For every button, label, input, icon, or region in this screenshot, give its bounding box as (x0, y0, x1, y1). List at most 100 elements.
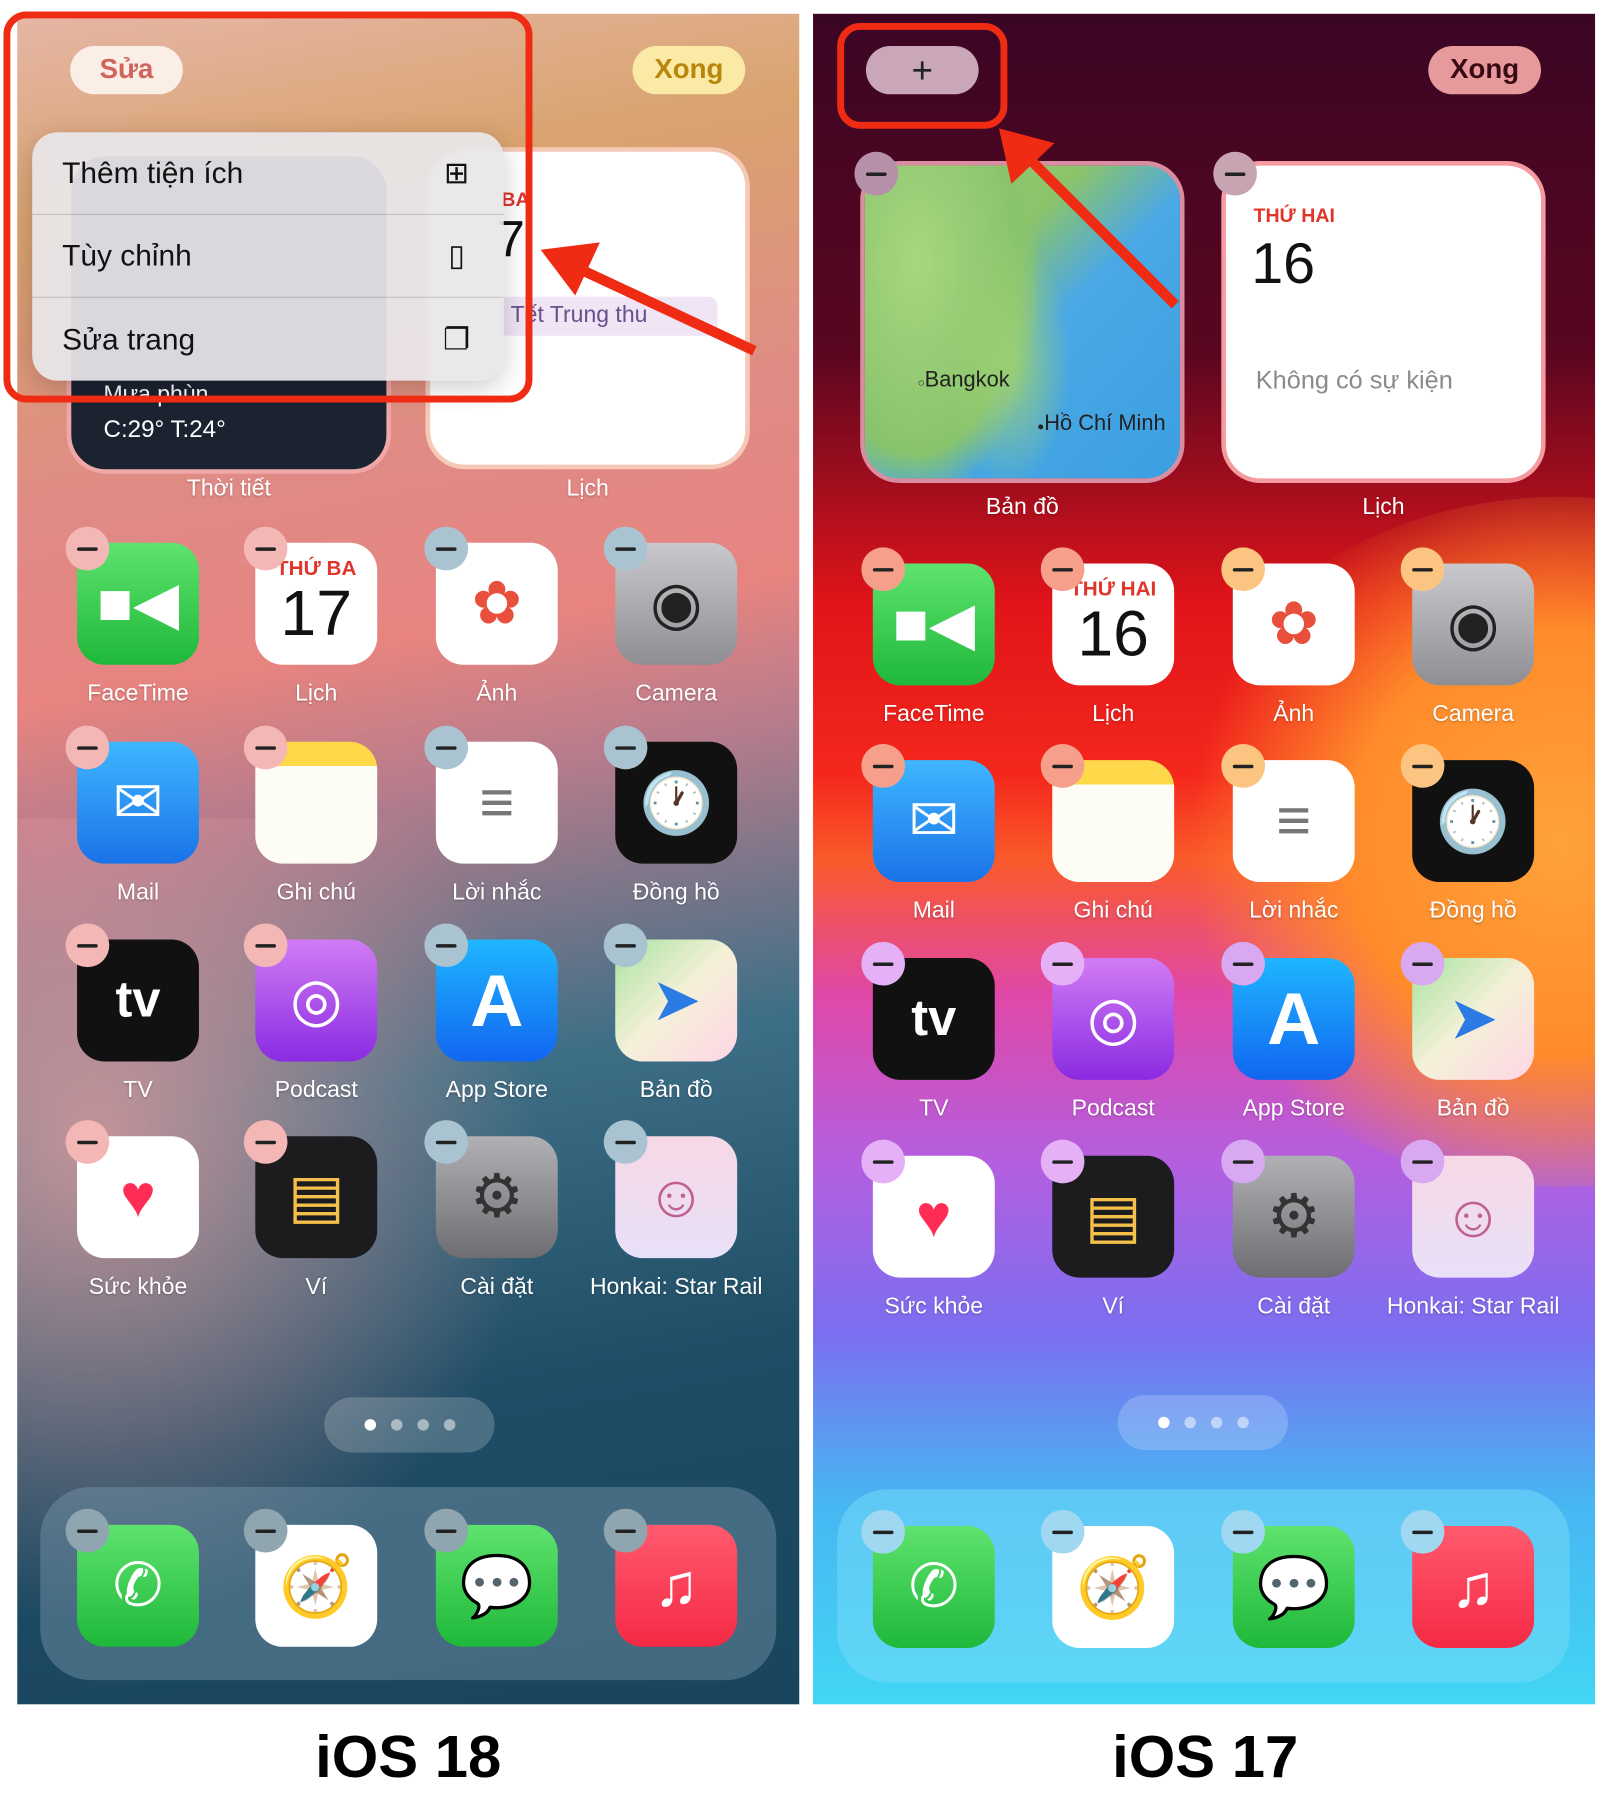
remove-widget-button[interactable] (1213, 151, 1257, 196)
app-calendar[interactable]: THỨ HAI 16 Lịch (1027, 547, 1200, 728)
page-dot[interactable] (443, 1419, 455, 1431)
remove-app-button[interactable] (861, 941, 906, 986)
dock-app-music[interactable]: ♫ (1387, 1509, 1560, 1648)
weather-temps: C:29° T:24° (103, 416, 226, 443)
app-wallet[interactable]: ▤ Ví (230, 1120, 403, 1300)
page-dot[interactable] (363, 1419, 376, 1431)
app-settings[interactable]: ⚙ Cài đặt (411, 1120, 584, 1300)
remove-app-button[interactable] (243, 1508, 288, 1553)
map-place-label: ○Bangkok (917, 368, 1010, 393)
calendar-widget[interactable]: THỨ HAI 16 Không có sự kiện (1221, 161, 1546, 483)
remove-app-button[interactable] (861, 744, 906, 788)
page-dot[interactable] (1210, 1416, 1222, 1429)
page-dot[interactable] (1236, 1416, 1249, 1429)
dock-app-phone[interactable]: ✆ (52, 1508, 225, 1647)
app-notes[interactable]: Ghi chú (1027, 744, 1200, 924)
remove-app-button[interactable] (603, 1120, 648, 1164)
remove-app-button[interactable] (243, 1120, 288, 1164)
remove-app-button[interactable] (424, 923, 469, 968)
app-maps[interactable]: ➤ Bản đồ (590, 923, 763, 1104)
remove-app-button[interactable] (1040, 1509, 1085, 1554)
remove-app-button[interactable] (65, 725, 110, 770)
app-label: App Store (1242, 1095, 1345, 1122)
app-health[interactable]: ♥ Sức khỏe (848, 1139, 1021, 1320)
remove-app-button[interactable] (424, 1508, 469, 1553)
app-photos[interactable]: ✿ Ảnh (411, 526, 584, 707)
map-widget[interactable]: ○Bangkok ●Hồ Chí Minh (860, 161, 1185, 483)
app-settings[interactable]: ⚙ Cài đặt (1208, 1139, 1381, 1320)
app-camera[interactable]: ◉ Camera (590, 526, 763, 707)
map-place-label: ●Hồ Chí Minh (1037, 411, 1166, 436)
app-appstore[interactable]: A App Store (411, 923, 584, 1104)
remove-app-button[interactable] (1040, 941, 1085, 986)
remove-app-button[interactable] (1040, 1139, 1085, 1184)
app-podcast[interactable]: ◎ Podcast (1027, 941, 1200, 1122)
app-honkai[interactable]: ☺ Honkai: Star Rail (590, 1120, 763, 1300)
remove-app-button[interactable] (1400, 1509, 1445, 1554)
app-health[interactable]: ♥ Sức khỏe (52, 1120, 225, 1300)
remove-app-button[interactable] (243, 923, 288, 968)
remove-app-button[interactable] (243, 526, 288, 571)
remove-app-button[interactable] (1221, 1139, 1265, 1184)
remove-app-button[interactable] (1221, 941, 1265, 986)
remove-app-button[interactable] (424, 725, 469, 770)
page-dot[interactable] (416, 1419, 429, 1431)
app-notes[interactable]: Ghi chú (230, 725, 403, 906)
remove-app-button[interactable] (1221, 744, 1265, 788)
app-wallet[interactable]: ▤ Ví (1027, 1139, 1200, 1320)
dock-app-messages[interactable]: 💬 (411, 1508, 584, 1647)
app-clock[interactable]: 🕐 Đồng hồ (590, 725, 763, 906)
page-dot[interactable] (1183, 1416, 1196, 1429)
page-indicator[interactable] (1117, 1394, 1288, 1451)
remove-app-button[interactable] (424, 1120, 469, 1164)
remove-app-button[interactable] (65, 1120, 110, 1164)
dock-app-messages[interactable]: 💬 (1208, 1509, 1381, 1648)
app-reminders[interactable]: ≡ Lời nhắc (1208, 744, 1381, 924)
done-button[interactable]: Xong (1428, 46, 1541, 95)
remove-app-button[interactable] (1221, 1509, 1265, 1554)
app-appstore[interactable]: A App Store (1208, 941, 1381, 1122)
remove-app-button[interactable] (1400, 941, 1445, 986)
remove-app-button[interactable] (1221, 547, 1265, 592)
remove-app-button[interactable] (861, 1509, 906, 1554)
page-dot[interactable] (390, 1419, 402, 1431)
app-podcast[interactable]: ◎ Podcast (230, 923, 403, 1104)
remove-app-button[interactable] (243, 725, 288, 770)
app-photos[interactable]: ✿ Ảnh (1208, 547, 1381, 728)
remove-app-button[interactable] (1400, 1139, 1445, 1184)
dock-app-music[interactable]: ♫ (590, 1508, 763, 1647)
remove-widget-button[interactable] (854, 151, 899, 196)
remove-app-button[interactable] (65, 1508, 110, 1553)
dock-app-phone[interactable]: ✆ (848, 1509, 1021, 1648)
app-mail[interactable]: ✉ Mail (848, 744, 1021, 924)
remove-app-button[interactable] (65, 526, 110, 571)
remove-app-button[interactable] (1400, 547, 1445, 592)
remove-app-button[interactable] (603, 526, 648, 571)
remove-app-button[interactable] (861, 1139, 906, 1184)
app-calendar[interactable]: THỨ BA 17 Lịch (230, 526, 403, 707)
remove-app-button[interactable] (1040, 744, 1085, 788)
app-mail[interactable]: ✉ Mail (52, 725, 225, 906)
remove-app-button[interactable] (861, 547, 906, 592)
done-button[interactable]: Xong (632, 46, 746, 95)
app-tv[interactable]: tv TV (848, 941, 1021, 1122)
remove-app-button[interactable] (65, 923, 110, 968)
app-tv[interactable]: tv TV (52, 923, 225, 1104)
app-camera[interactable]: ◉ Camera (1387, 547, 1560, 728)
remove-app-button[interactable] (1400, 744, 1445, 788)
dock-app-safari[interactable]: 🧭 (1027, 1509, 1200, 1648)
dock-app-safari[interactable]: 🧭 (230, 1508, 403, 1647)
app-maps[interactable]: ➤ Bản đồ (1387, 941, 1560, 1122)
app-reminders[interactable]: ≡ Lời nhắc (411, 725, 584, 906)
remove-app-button[interactable] (603, 725, 648, 770)
app-honkai[interactable]: ☺ Honkai: Star Rail (1387, 1139, 1559, 1320)
remove-app-button[interactable] (1040, 547, 1085, 592)
page-dot[interactable] (1157, 1416, 1169, 1429)
remove-app-button[interactable] (424, 526, 469, 571)
remove-app-button[interactable] (603, 923, 648, 968)
remove-app-button[interactable] (603, 1508, 648, 1553)
app-facetime[interactable]: ■◀ FaceTime (52, 526, 225, 707)
app-facetime[interactable]: ■◀ FaceTime (848, 547, 1021, 728)
page-indicator[interactable] (324, 1397, 495, 1453)
app-clock[interactable]: 🕐 Đồng hồ (1387, 744, 1560, 924)
